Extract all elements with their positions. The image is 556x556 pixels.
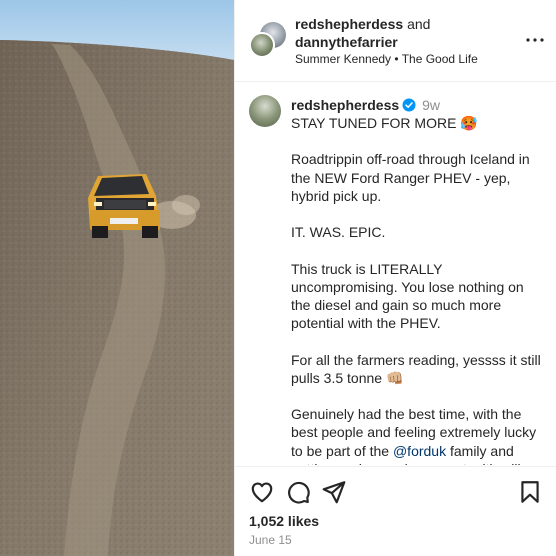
comment-button[interactable]	[285, 479, 311, 505]
caption-paragraph: Genuinely had the best time, with the be…	[291, 405, 547, 465]
post-panel: redshepherdess and dannythefarrier Summe…	[234, 0, 556, 556]
like-button[interactable]	[249, 479, 275, 505]
caption-text: STAY TUNED FOR MORE 🥵 Roadtrippin off-ro…	[291, 114, 547, 465]
username-link[interactable]: redshepherdess	[295, 16, 403, 32]
share-icon	[322, 481, 346, 504]
audio-subtitle[interactable]: Summer Kennedy • The Good Life	[295, 52, 478, 66]
avatar[interactable]	[249, 95, 281, 127]
post-photo-art	[0, 0, 234, 556]
caption-header: redshepherdess 9w	[291, 96, 440, 116]
caption-area[interactable]: redshepherdess 9w STAY TUNED FOR MORE 🥵 …	[235, 83, 556, 465]
username-link[interactable]: dannythefarrier	[295, 34, 398, 50]
and-text: and	[407, 16, 431, 32]
post-time[interactable]: 9w	[422, 97, 440, 113]
share-button[interactable]	[321, 479, 347, 505]
heart-icon	[251, 482, 273, 503]
like-count[interactable]: 1,052 likes	[249, 513, 319, 529]
collab-names: redshepherdess and dannythefarrier	[295, 15, 515, 51]
post-date: June 15	[249, 533, 292, 547]
avatar	[249, 32, 275, 58]
post-photo[interactable]	[0, 0, 234, 556]
save-button[interactable]	[517, 479, 543, 505]
mention-link[interactable]: @forduk	[393, 443, 446, 459]
post-header: redshepherdess and dannythefarrier Summe…	[235, 0, 556, 82]
more-horizontal-icon	[526, 38, 544, 42]
caption-paragraph: For all the farmers reading, yessss it s…	[291, 351, 541, 386]
caption-paragraph: Roadtrippin off-road through Iceland in …	[291, 151, 530, 204]
post-actions: 1,052 likes June 15	[235, 466, 556, 556]
truck	[88, 174, 160, 238]
more-options-button[interactable]	[523, 28, 547, 52]
caption-paragraph: IT. WAS. EPIC.	[291, 224, 386, 241]
collab-avatars[interactable]	[249, 22, 286, 60]
comment-icon	[288, 481, 310, 504]
caption-paragraph: This truck is LITERALLY uncompromising. …	[291, 260, 524, 332]
username-link[interactable]: redshepherdess	[291, 97, 399, 113]
caption-paragraph: STAY TUNED FOR MORE 🥵	[291, 115, 478, 131]
save-icon	[521, 481, 539, 503]
